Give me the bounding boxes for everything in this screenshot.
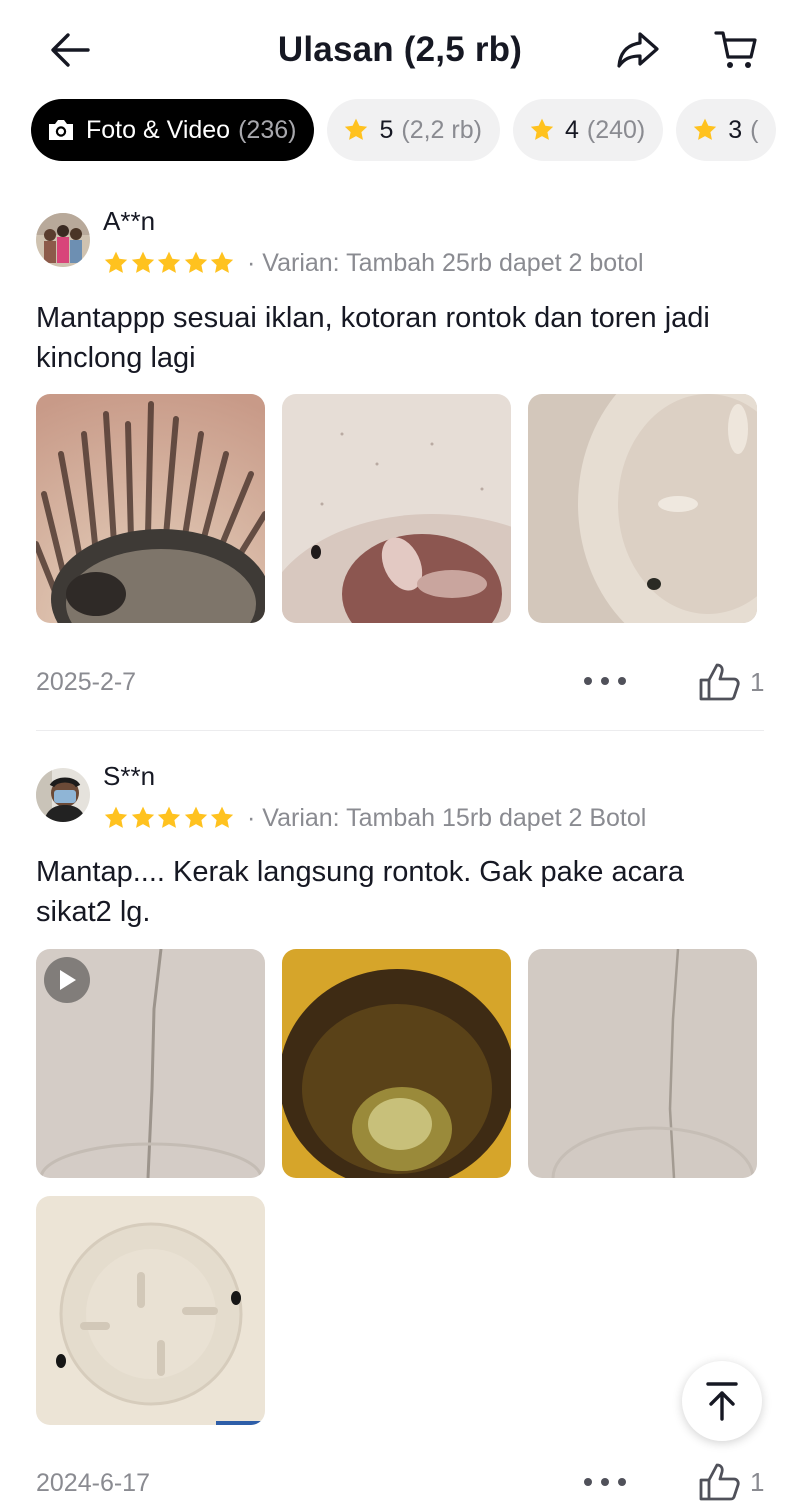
more-options-button[interactable]	[584, 1467, 626, 1497]
variant-label: · Varian: Tambah 15rb dapet 2 Botol	[247, 804, 647, 832]
star-icon	[104, 251, 128, 273]
page-title: Ulasan (2,5 rb)	[277, 30, 523, 69]
camera-icon	[46, 117, 76, 143]
more-options-button[interactable]	[584, 666, 626, 696]
star-icon	[157, 251, 181, 273]
star-rating	[103, 805, 236, 831]
filter-chip-count: (240)	[586, 115, 646, 144]
share-arrow-icon	[617, 32, 659, 68]
star-icon	[184, 806, 207, 828]
reviewer-name: A**n	[103, 206, 156, 236]
thumbs-up-icon	[699, 1463, 740, 1501]
review-photo[interactable]	[36, 1196, 265, 1425]
avatar[interactable]	[36, 213, 90, 267]
filter-chip-3-star[interactable]: 3 (	[676, 99, 777, 161]
dot	[601, 677, 609, 685]
variant-label: · Varian: Tambah 25rb dapet 2 botol	[247, 249, 644, 277]
review-date: 2024-6-17	[36, 1469, 150, 1497]
star-icon	[343, 117, 369, 143]
reviewer-name: S**n	[103, 761, 156, 791]
dot	[584, 1478, 592, 1486]
share-button[interactable]	[608, 20, 668, 80]
star-icon	[210, 251, 234, 273]
star-icon	[692, 117, 718, 143]
cart-icon	[714, 31, 757, 68]
like-count: 1	[750, 1466, 765, 1497]
star-icon	[529, 117, 555, 143]
thumbs-up-icon	[699, 663, 740, 701]
play-icon	[44, 957, 90, 1003]
star-rating	[103, 250, 236, 276]
dot	[618, 677, 626, 685]
star-icon	[131, 806, 154, 828]
filter-chip-count: (	[750, 115, 759, 144]
review-text: Mantap.... Kerak langsung rontok. Gak pa…	[36, 856, 685, 928]
star-icon	[131, 251, 154, 273]
star-icon	[157, 806, 181, 828]
review-text: Mantappp sesuai iklan, kotoran rontok da…	[36, 302, 710, 374]
filter-chip-5-star[interactable]: 5 (2,2 rb)	[327, 99, 500, 161]
like-count: 1	[750, 666, 765, 697]
dot	[601, 1478, 609, 1486]
arrow-to-top-icon	[706, 1382, 738, 1421]
review-video[interactable]	[36, 949, 265, 1178]
review-photo[interactable]	[528, 394, 757, 623]
like-button[interactable]: 1	[698, 1460, 768, 1504]
top-bar: Ulasan (2,5 rb)	[0, 0, 800, 100]
review-photo[interactable]	[528, 949, 757, 1178]
filter-chip-count: (236)	[238, 115, 297, 144]
cart-button[interactable]	[706, 20, 766, 80]
filter-chip-count: (2,2 rb)	[401, 115, 482, 144]
filter-chip-4-star[interactable]: 4 (240)	[512, 99, 664, 161]
review-photo[interactable]	[282, 949, 511, 1178]
star-icon	[184, 251, 207, 273]
dot	[618, 1478, 626, 1486]
review-photo[interactable]	[282, 394, 511, 623]
dot	[584, 677, 592, 685]
like-button[interactable]: 1	[698, 660, 768, 704]
star-icon	[210, 806, 234, 828]
filter-chip-label: 3	[728, 115, 743, 144]
review-divider	[36, 730, 764, 731]
avatar[interactable]	[36, 768, 90, 822]
filter-chip-label: 5	[379, 115, 394, 144]
filter-chip-label: Foto & Video	[86, 115, 231, 144]
scroll-to-top-button[interactable]	[682, 1361, 762, 1441]
filter-chip-photo-video[interactable]: Foto & Video (236)	[31, 99, 315, 161]
review-date: 2025-2-7	[36, 668, 137, 696]
filter-chips: Foto & Video (236) 5 (2,2 rb) 4 (240) 3 …	[31, 99, 800, 161]
star-icon	[104, 806, 128, 828]
filter-chip-label: 4	[564, 115, 579, 144]
review-photo[interactable]	[36, 394, 265, 623]
